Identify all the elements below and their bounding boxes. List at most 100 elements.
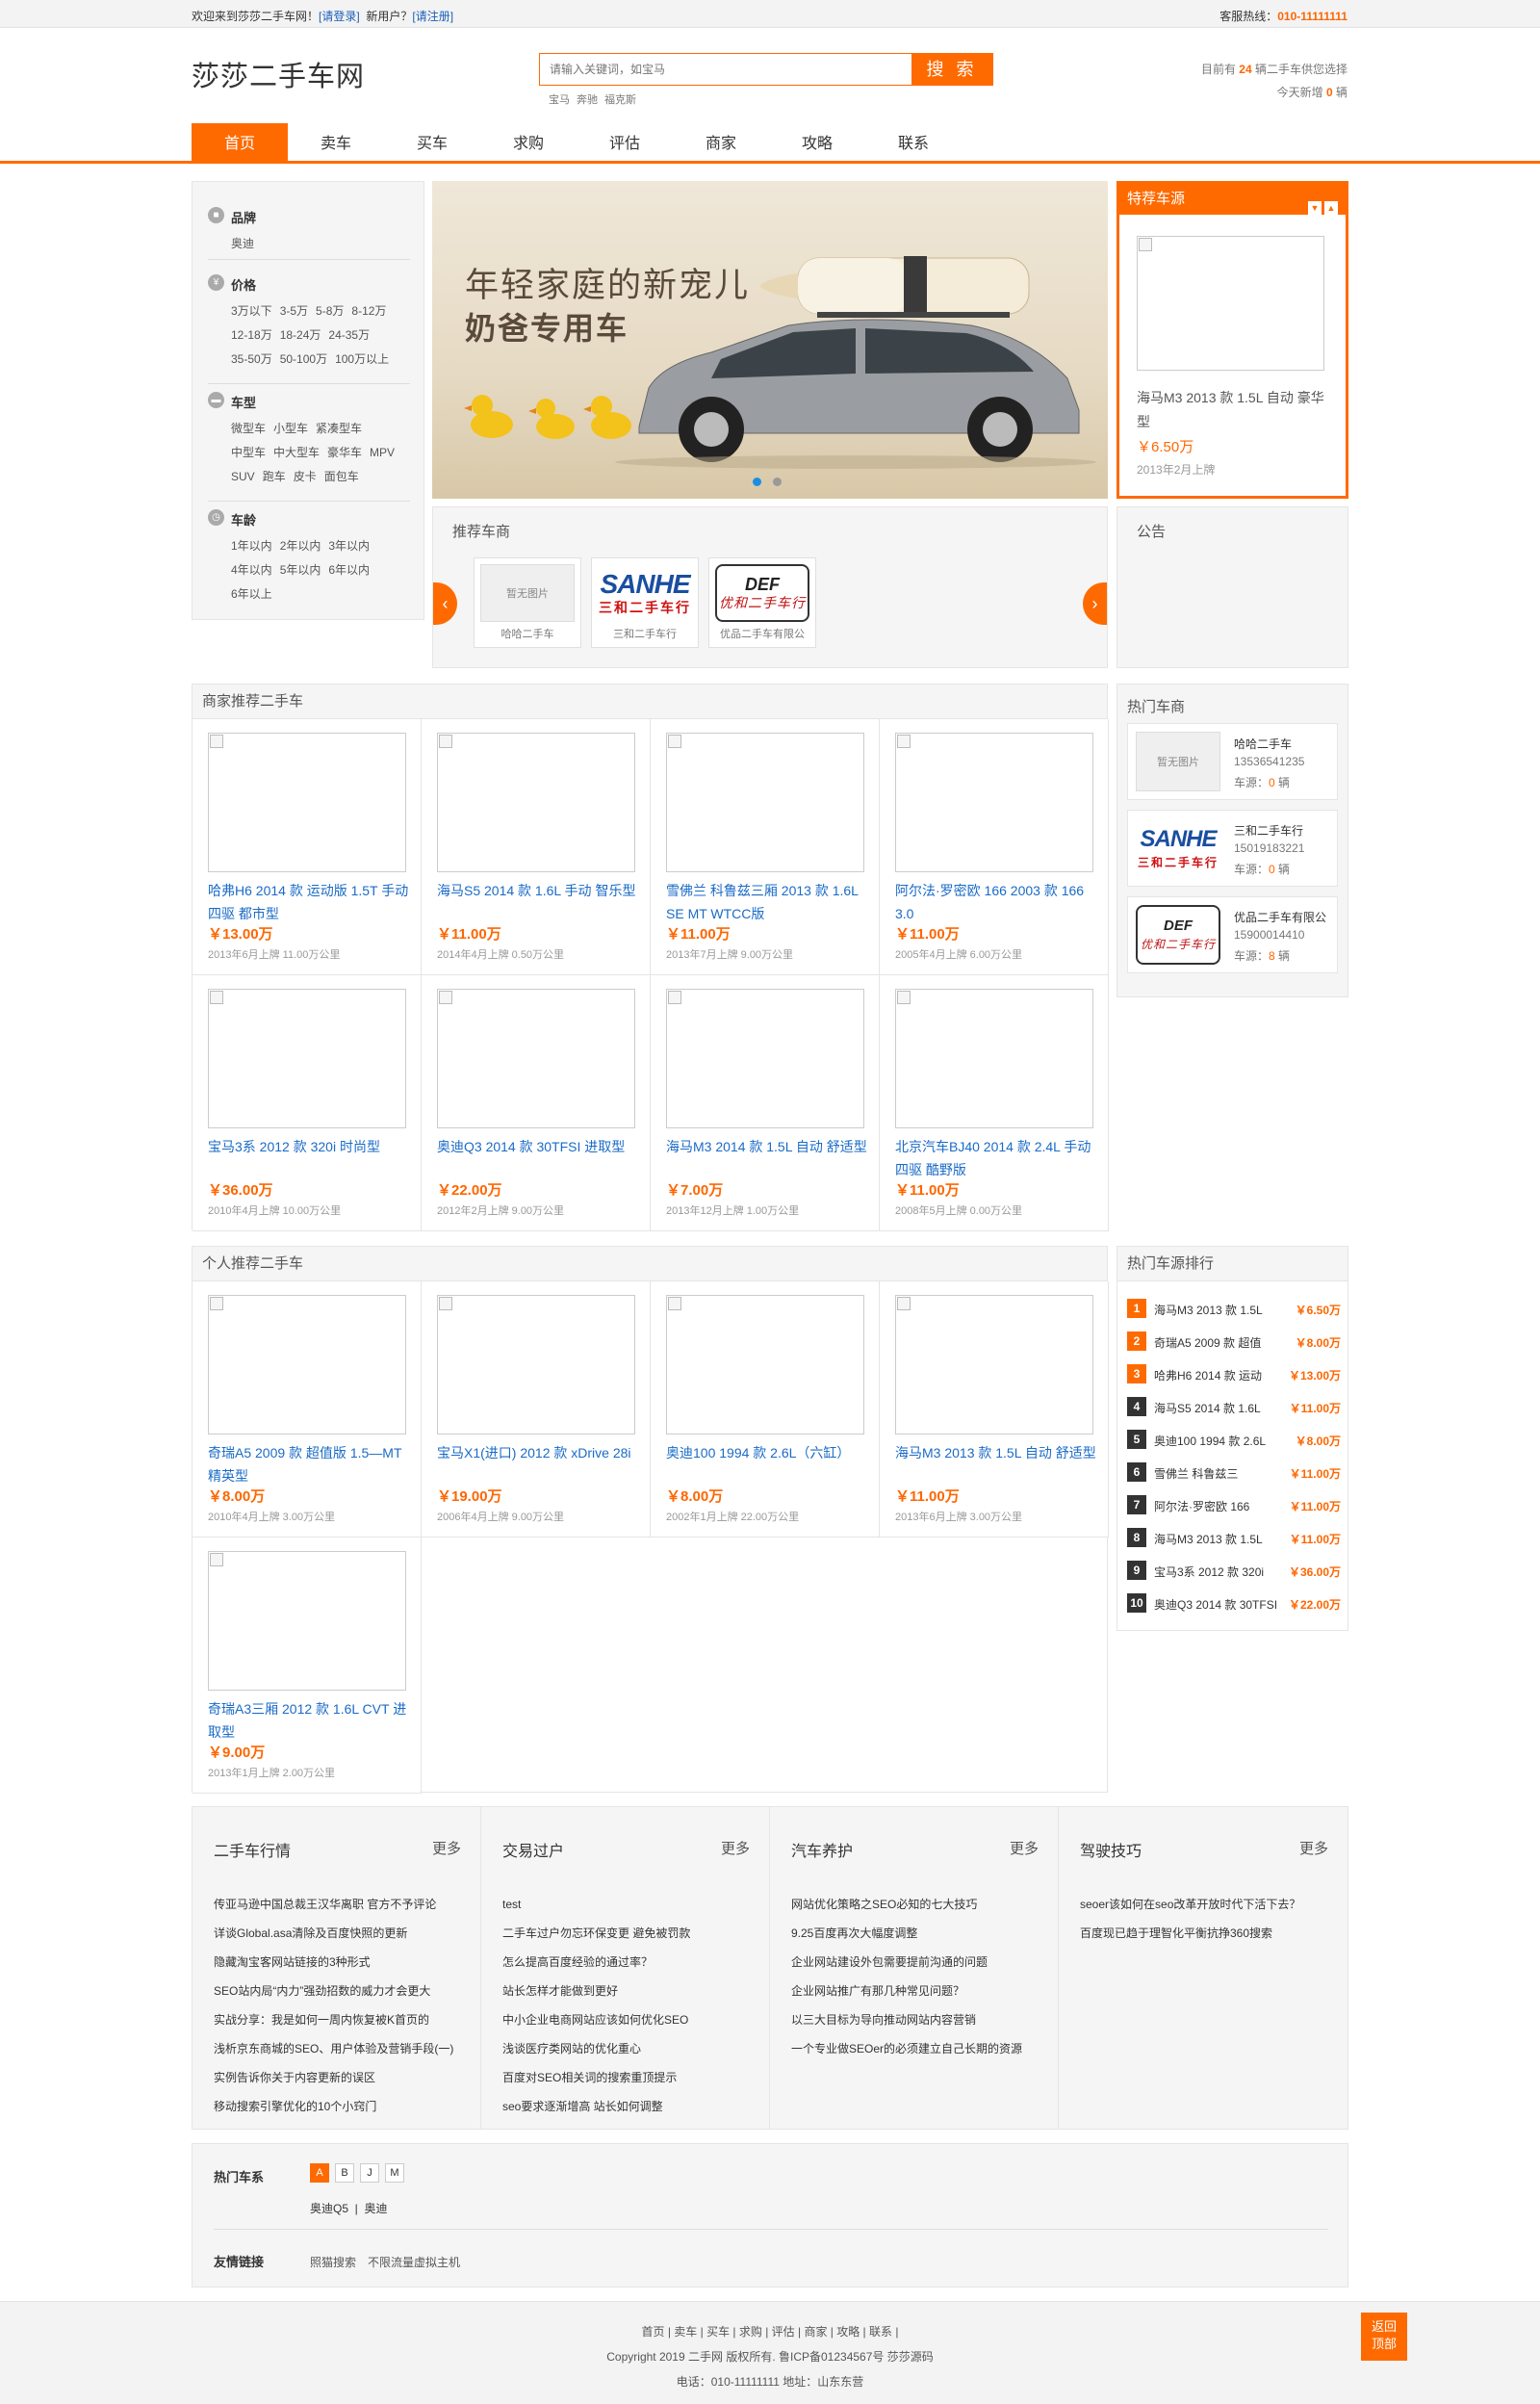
filter-option[interactable]: 小型车 bbox=[273, 422, 308, 435]
news-item[interactable]: 实例告诉你关于内容更新的误区 bbox=[214, 2063, 453, 2092]
news-item[interactable]: seoer该如何在seo改革开放时代下活下去？ bbox=[1080, 1890, 1300, 1919]
car-card[interactable]: 宝马X1(进口) 2012 款 xDrive 28i ￥19.00万 2006年4月… bbox=[422, 1281, 651, 1538]
news-item[interactable]: 二手车过户勿忘环保变更 避免被罚款 bbox=[502, 1919, 690, 1948]
filter-option[interactable]: 50-100万 bbox=[280, 352, 327, 366]
register-link[interactable]: [请注册] bbox=[412, 10, 453, 23]
model-link[interactable]: 奥迪 bbox=[364, 2202, 387, 2215]
car-image[interactable] bbox=[208, 989, 406, 1128]
friend-link[interactable]: 照猫搜索 bbox=[310, 2256, 356, 2269]
chevron-down-icon[interactable]: ▼ bbox=[1308, 201, 1322, 215]
car-image[interactable] bbox=[208, 1551, 406, 1691]
car-image[interactable] bbox=[666, 1295, 864, 1435]
letter-tab[interactable]: M bbox=[385, 2163, 404, 2183]
nav-appraise[interactable]: 评估 bbox=[577, 123, 673, 164]
car-image[interactable] bbox=[895, 1295, 1093, 1435]
filter-option[interactable]: 跑车 bbox=[263, 470, 286, 483]
letter-tab[interactable]: A bbox=[310, 2163, 329, 2183]
hot-dealer-item[interactable]: 暂无图片 哈哈二手车 13536541235 车源：0 辆 bbox=[1127, 723, 1338, 800]
filter-option[interactable]: MPV bbox=[370, 446, 395, 459]
news-item[interactable]: 怎么提高百度经验的通过率？ bbox=[502, 1948, 690, 1977]
news-item[interactable]: seo要求逐渐增高 站长如何调整 bbox=[502, 2092, 690, 2121]
news-item[interactable]: 移动搜索引擎优化的10个小窍门 bbox=[214, 2092, 453, 2121]
news-item[interactable]: 浅析京东商城的SEO、用户体验及营销手段(一) bbox=[214, 2034, 453, 2063]
filter-option[interactable]: 1年以内 bbox=[231, 539, 272, 553]
rank-car-name[interactable]: 哈弗H6 2014 款 运动 bbox=[1154, 1367, 1279, 1383]
car-name[interactable]: 奥迪Q3 2014 款 30TFSI 进取型 bbox=[437, 1135, 639, 1181]
car-name[interactable]: 阿尔法·罗密欧 166 2003 款 166 3.0 bbox=[895, 879, 1097, 925]
rank-item[interactable]: 4 海马S5 2014 款 1.6L ￥11.00万 bbox=[1127, 1397, 1341, 1416]
filter-option[interactable]: 6年以上 bbox=[231, 587, 272, 601]
filter-option[interactable]: 3年以内 bbox=[328, 539, 370, 553]
filter-option[interactable]: 面包车 bbox=[324, 470, 359, 483]
car-name[interactable]: 奇瑞A3三厢 2012 款 1.6L CVT 进取型 bbox=[208, 1697, 410, 1744]
back-to-top-button[interactable]: 返回 顶部 bbox=[1361, 2313, 1407, 2361]
car-image[interactable] bbox=[437, 733, 635, 872]
dealer-name[interactable]: 优品二手车有限公 bbox=[1234, 909, 1326, 925]
car-name[interactable]: 宝马X1(进口) 2012 款 xDrive 28i bbox=[437, 1441, 639, 1487]
filter-option[interactable]: 中大型车 bbox=[273, 446, 320, 459]
filter-option[interactable]: 5年以内 bbox=[280, 563, 321, 577]
news-item[interactable]: 网站优化策略之SEO必知的七大技巧 bbox=[791, 1890, 1022, 1919]
car-card[interactable]: 北京汽车BJ40 2014 款 2.4L 手动 四驱 酷野版 ￥11.00万 200… bbox=[880, 975, 1109, 1231]
rank-car-name[interactable]: 阿尔法·罗密欧 166 bbox=[1154, 1498, 1279, 1514]
filter-option[interactable]: 皮卡 bbox=[294, 470, 317, 483]
filter-option[interactable]: 3-5万 bbox=[280, 304, 308, 318]
car-card[interactable]: 海马M3 2013 款 1.5L 自动 舒适型 ￥11.00万 2013年6月上牌 … bbox=[880, 1281, 1109, 1538]
rank-item[interactable]: 2 奇瑞A5 2009 款 超值 ￥8.00万 bbox=[1127, 1331, 1341, 1351]
hot-keyword[interactable]: 宝马 bbox=[549, 94, 570, 106]
rank-item[interactable]: 1 海马M3 2013 款 1.5L ￥6.50万 bbox=[1127, 1299, 1341, 1318]
more-link[interactable]: 更多 bbox=[721, 1838, 750, 1858]
filter-option[interactable]: 12-18万 bbox=[231, 328, 272, 342]
news-item[interactable]: 企业网站推广有那几种常见问题？ bbox=[791, 1977, 1022, 2005]
dealer-card[interactable]: 暂无图片 哈哈二手车 bbox=[474, 557, 581, 648]
car-card[interactable]: 海马M3 2014 款 1.5L 自动 舒适型 ￥7.00万 2013年12月上牌 … bbox=[651, 975, 880, 1231]
news-item[interactable]: 企业网站建设外包需要提前沟通的问题 bbox=[791, 1948, 1022, 1977]
car-name[interactable]: 奥迪100 1994 款 2.6L（六缸） bbox=[666, 1441, 868, 1487]
hot-keyword[interactable]: 奔驰 bbox=[577, 94, 598, 106]
hot-dealer-item[interactable]: SANHE 三和二手车行 三和二手车行 15019183221 车源：0 辆 bbox=[1127, 810, 1338, 887]
model-link[interactable]: 奥迪Q5 bbox=[310, 2202, 348, 2215]
rank-car-name[interactable]: 雪佛兰 科鲁兹三 bbox=[1154, 1465, 1279, 1482]
car-image[interactable] bbox=[666, 989, 864, 1128]
car-name[interactable]: 雪佛兰 科鲁兹三厢 2013 款 1.6L SE MT WTCC版 bbox=[666, 879, 868, 925]
chevron-up-icon[interactable]: ▲ bbox=[1324, 201, 1338, 215]
car-name[interactable]: 哈弗H6 2014 款 运动版 1.5T 手动 四驱 都市型 bbox=[208, 879, 410, 925]
filter-option[interactable]: 8-12万 bbox=[351, 304, 386, 318]
nav-sell[interactable]: 卖车 bbox=[288, 123, 384, 164]
car-card[interactable]: 海马S5 2014 款 1.6L 手动 智乐型 ￥11.00万 2014年4月上牌 … bbox=[422, 719, 651, 975]
letter-tab[interactable]: J bbox=[360, 2163, 379, 2183]
next-arrow-icon[interactable]: › bbox=[1083, 582, 1107, 625]
footer-nav[interactable]: 首页 | 卖车 | 买车 | 求购 | 评估 | 商家 | 攻略 | 联系 | bbox=[0, 2323, 1540, 2339]
news-item[interactable]: 一个专业做SEOer的必须建立自己长期的资源 bbox=[791, 2034, 1022, 2063]
car-name[interactable]: 奇瑞A5 2009 款 超值版 1.5—MT 精英型 bbox=[208, 1441, 410, 1487]
car-card[interactable]: 雪佛兰 科鲁兹三厢 2013 款 1.6L SE MT WTCC版 ￥11.00万… bbox=[651, 719, 880, 975]
filter-option[interactable]: 奥迪 bbox=[231, 237, 254, 250]
car-card[interactable]: 宝马3系 2012 款 320i 时尚型 ￥36.00万 2010年4月上牌 10.… bbox=[192, 975, 422, 1231]
nav-wanted[interactable]: 求购 bbox=[480, 123, 577, 164]
car-card[interactable]: 奇瑞A3三厢 2012 款 1.6L CVT 进取型 ￥9.00万 2013年1月上… bbox=[192, 1538, 422, 1794]
letter-tab[interactable]: B bbox=[335, 2163, 354, 2183]
rank-item[interactable]: 5 奥迪100 1994 款 2.6L ￥8.00万 bbox=[1127, 1430, 1341, 1449]
car-image[interactable] bbox=[437, 1295, 635, 1435]
car-image[interactable] bbox=[895, 989, 1093, 1128]
filter-option[interactable]: 35-50万 bbox=[231, 352, 272, 366]
car-card[interactable]: 奥迪100 1994 款 2.6L（六缸） ￥8.00万 2002年1月上牌 22.… bbox=[651, 1281, 880, 1538]
dealer-name[interactable]: 三和二手车行 bbox=[1234, 822, 1303, 839]
more-link[interactable]: 更多 bbox=[1299, 1838, 1328, 1858]
rank-car-name[interactable]: 海马S5 2014 款 1.6L bbox=[1154, 1400, 1279, 1416]
filter-option[interactable]: 豪华车 bbox=[327, 446, 362, 459]
car-card[interactable]: 奇瑞A5 2009 款 超值版 1.5—MT 精英型 ￥8.00万 2010年4月上… bbox=[192, 1281, 422, 1538]
car-name[interactable]: 北京汽车BJ40 2014 款 2.4L 手动 四驱 酷野版 bbox=[895, 1135, 1097, 1181]
hot-dealer-item[interactable]: DEF 优和二手车行 优品二手车有限公 15900014410 车源：8 辆 bbox=[1127, 896, 1338, 973]
more-link[interactable]: 更多 bbox=[1010, 1838, 1039, 1858]
filter-option[interactable]: 24-35万 bbox=[328, 328, 370, 342]
search-button[interactable]: 搜 索 bbox=[911, 54, 992, 85]
news-item[interactable]: 传亚马逊中国总裁王汉华离职 官方不予评论 bbox=[214, 1890, 453, 1919]
car-image[interactable] bbox=[437, 989, 635, 1128]
car-image[interactable] bbox=[895, 733, 1093, 872]
car-name[interactable]: 海马M3 2013 款 1.5L 自动 舒适型 bbox=[895, 1441, 1097, 1487]
dealer-card[interactable]: DEF 优和二手车行 优品二手车有限公 bbox=[708, 557, 816, 648]
hot-keyword[interactable]: 福克斯 bbox=[604, 94, 636, 106]
friend-link[interactable]: 不限流量虚拟主机 bbox=[368, 2256, 460, 2269]
car-image[interactable] bbox=[208, 733, 406, 872]
